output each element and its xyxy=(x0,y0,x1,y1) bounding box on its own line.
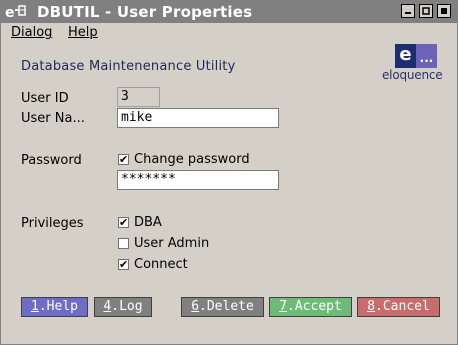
user-name-label: User Na... xyxy=(21,111,85,126)
help-button[interactable]: 1.Help xyxy=(21,297,88,317)
user-id-label: User ID xyxy=(21,91,69,106)
logo-text: eloquence xyxy=(382,68,443,82)
connect-checkbox[interactable]: ✔ xyxy=(118,259,129,270)
eloquence-logo: e ... eloquence xyxy=(382,44,448,82)
logo-mark: e ... xyxy=(395,44,437,68)
cancel-button-key: 8 xyxy=(367,299,376,314)
close-button[interactable] xyxy=(437,4,451,18)
title-bar[interactable]: e DBUTIL - User Properties xyxy=(1,1,457,23)
logo-mark-left: e xyxy=(395,44,416,68)
user-id-field: 3 xyxy=(117,87,160,107)
app-icon[interactable]: e xyxy=(5,4,35,21)
accept-button-key: 7 xyxy=(279,299,288,314)
window-title: DBUTIL - User Properties xyxy=(37,3,253,21)
svg-text:e: e xyxy=(5,5,15,20)
change-password-label[interactable]: Change password xyxy=(134,152,250,168)
close-icon xyxy=(441,8,447,14)
delete-button[interactable]: 6.Delete xyxy=(181,297,264,317)
user-name-field[interactable]: mike xyxy=(117,108,279,128)
dba-checkbox[interactable]: ✔ xyxy=(118,217,129,228)
privileges-label: Privileges xyxy=(21,216,84,231)
menu-bar: Dialog Help xyxy=(1,23,457,43)
minimize-icon xyxy=(405,12,411,14)
help-button-label: .Help xyxy=(38,299,78,314)
maximize-icon xyxy=(422,7,430,15)
maximize-button[interactable] xyxy=(419,4,433,18)
user-admin-label[interactable]: User Admin xyxy=(134,236,209,252)
cancel-button[interactable]: 8.Cancel xyxy=(357,297,440,317)
password-label: Password xyxy=(21,153,82,168)
delete-button-key: 6 xyxy=(191,299,200,314)
dialog-window: e DBUTIL - User Properties Dialog Help D… xyxy=(0,0,458,345)
dba-label[interactable]: DBA xyxy=(134,215,162,231)
user-admin-checkbox[interactable] xyxy=(118,238,129,249)
connect-label[interactable]: Connect xyxy=(134,257,188,273)
minimize-button[interactable] xyxy=(401,4,415,18)
change-password-checkbox[interactable]: ✔ xyxy=(118,154,129,165)
cancel-button-label: .Cancel xyxy=(375,299,430,314)
logo-mark-right: ... xyxy=(416,44,437,68)
password-field[interactable]: ******* xyxy=(117,170,279,190)
accept-button[interactable]: 7.Accept xyxy=(269,297,352,317)
help-button-key: 1 xyxy=(31,299,39,314)
delete-button-label: .Delete xyxy=(199,299,254,314)
log-button[interactable]: 4.Log xyxy=(94,297,152,317)
accept-button-label: .Accept xyxy=(287,299,342,314)
log-button-label: .Log xyxy=(111,299,143,314)
menu-dialog[interactable]: Dialog xyxy=(11,25,52,41)
menu-help[interactable]: Help xyxy=(68,25,98,41)
page-heading: Database Maintenenance Utility xyxy=(21,59,236,74)
